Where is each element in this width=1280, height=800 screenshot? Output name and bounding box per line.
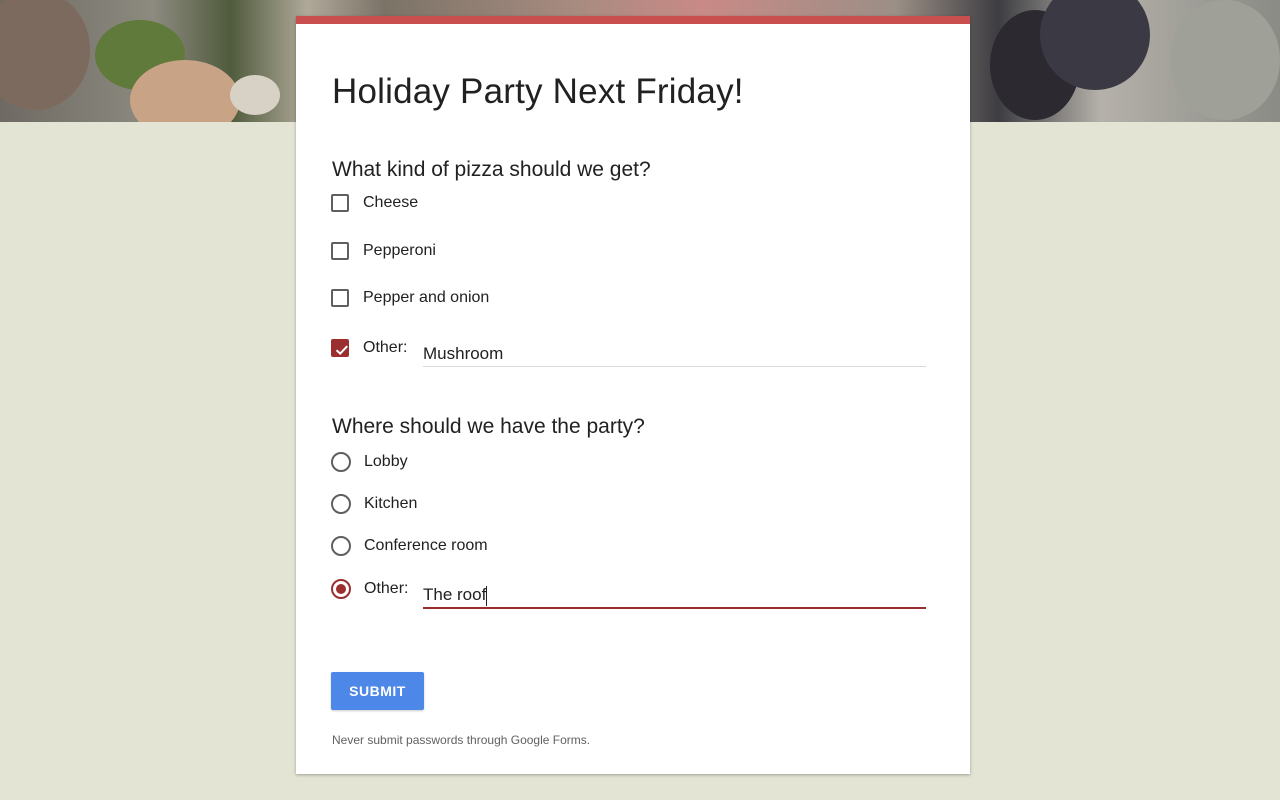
option-label: Cheese bbox=[363, 194, 419, 211]
pizza-other-text-input[interactable] bbox=[423, 341, 926, 367]
question-pizza-title: What kind of pizza should we get? bbox=[332, 158, 651, 181]
radio-unselected-icon[interactable] bbox=[331, 494, 351, 514]
password-disclaimer: Never submit passwords through Google Fo… bbox=[332, 733, 591, 747]
form-title: Holiday Party Next Friday! bbox=[332, 72, 744, 111]
radio-selected-icon[interactable] bbox=[331, 579, 351, 599]
radio-option-lobby[interactable]: Lobby bbox=[331, 450, 408, 474]
form-card: Holiday Party Next Friday! What kind of … bbox=[296, 16, 970, 774]
radio-unselected-icon[interactable] bbox=[331, 452, 351, 472]
checkbox-unchecked-icon[interactable] bbox=[331, 289, 349, 307]
option-label: Kitchen bbox=[364, 495, 418, 512]
location-other-text-input[interactable] bbox=[423, 583, 926, 609]
checkbox-option-pepperoni[interactable]: Pepperoni bbox=[331, 239, 436, 263]
submit-button[interactable]: SUBMIT bbox=[331, 672, 424, 710]
question-party-location-title: Where should we have the party? bbox=[332, 415, 645, 438]
checkmark-icon bbox=[335, 345, 348, 356]
checkbox-unchecked-icon[interactable] bbox=[331, 194, 349, 212]
checkbox-option-pepper-and-onion[interactable]: Pepper and onion bbox=[331, 286, 489, 310]
checkbox-option-other[interactable]: Other: bbox=[331, 336, 407, 360]
other-option-label: Other: bbox=[364, 580, 409, 597]
radio-unselected-icon[interactable] bbox=[331, 536, 351, 556]
radio-option-kitchen[interactable]: Kitchen bbox=[331, 492, 417, 516]
checkbox-option-cheese[interactable]: Cheese bbox=[331, 191, 418, 215]
option-label: Conference room bbox=[364, 537, 488, 554]
text-cursor bbox=[486, 586, 487, 606]
checkbox-unchecked-icon[interactable] bbox=[331, 242, 349, 260]
checkbox-checked-icon[interactable] bbox=[331, 339, 349, 357]
option-label: Pepper and onion bbox=[363, 289, 490, 306]
option-label: Lobby bbox=[364, 453, 408, 470]
radio-option-conference-room[interactable]: Conference room bbox=[331, 534, 488, 558]
radio-option-other[interactable]: Other: bbox=[331, 577, 408, 601]
other-option-label: Other: bbox=[363, 339, 408, 356]
option-label: Pepperoni bbox=[363, 242, 436, 259]
